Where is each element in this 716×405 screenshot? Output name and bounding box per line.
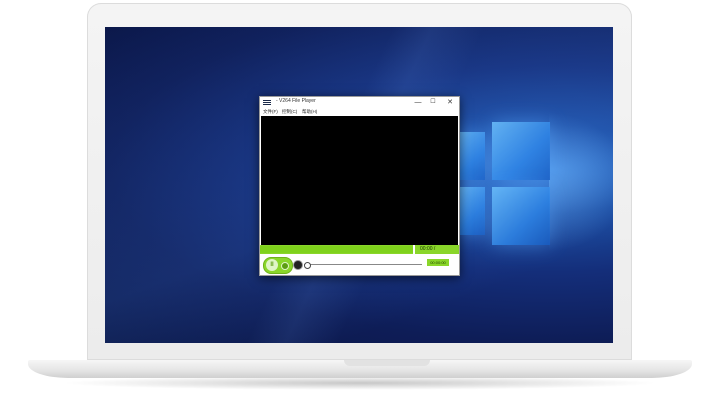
control-bar: II 00:00:00 <box>260 254 459 275</box>
windows-logo-icon <box>457 112 613 272</box>
pause-icon: II <box>266 259 278 271</box>
menu-file[interactable]: 文件(F) <box>263 109 278 115</box>
time-display: 00:00 / <box>420 246 436 252</box>
laptop-shadow <box>60 376 660 390</box>
seek-bar-fill <box>260 246 413 253</box>
minimize-button[interactable]: — <box>411 97 425 108</box>
seek-bar[interactable]: 00:00 / <box>260 245 459 254</box>
stop-icon[interactable] <box>281 262 289 270</box>
volume-icon[interactable] <box>293 260 303 270</box>
app-icon <box>263 100 271 105</box>
title-bar[interactable]: - V264 File Player — ☐ ✕ <box>260 97 459 108</box>
laptop-notch <box>344 360 430 366</box>
maximize-button[interactable]: ☐ <box>426 97 440 108</box>
close-button[interactable]: ✕ <box>443 97 457 108</box>
laptop-base <box>28 360 692 378</box>
speed-display: 00:00:00 <box>427 259 449 266</box>
menu-control[interactable]: 控制(C) <box>282 109 297 115</box>
volume-slider[interactable] <box>304 264 422 265</box>
player-window[interactable]: - V264 File Player — ☐ ✕ 文件(F) 控制(C) 帮助(… <box>259 96 460 276</box>
volume-knob[interactable] <box>304 262 311 269</box>
window-title: - V264 File Player <box>276 98 316 104</box>
seek-handle[interactable] <box>413 245 415 254</box>
play-pause-button[interactable]: II <box>263 257 293 274</box>
video-area[interactable] <box>261 116 458 245</box>
menu-help[interactable]: 帮助(H) <box>302 109 317 115</box>
menu-bar: 文件(F) 控制(C) 帮助(H) <box>260 108 459 116</box>
